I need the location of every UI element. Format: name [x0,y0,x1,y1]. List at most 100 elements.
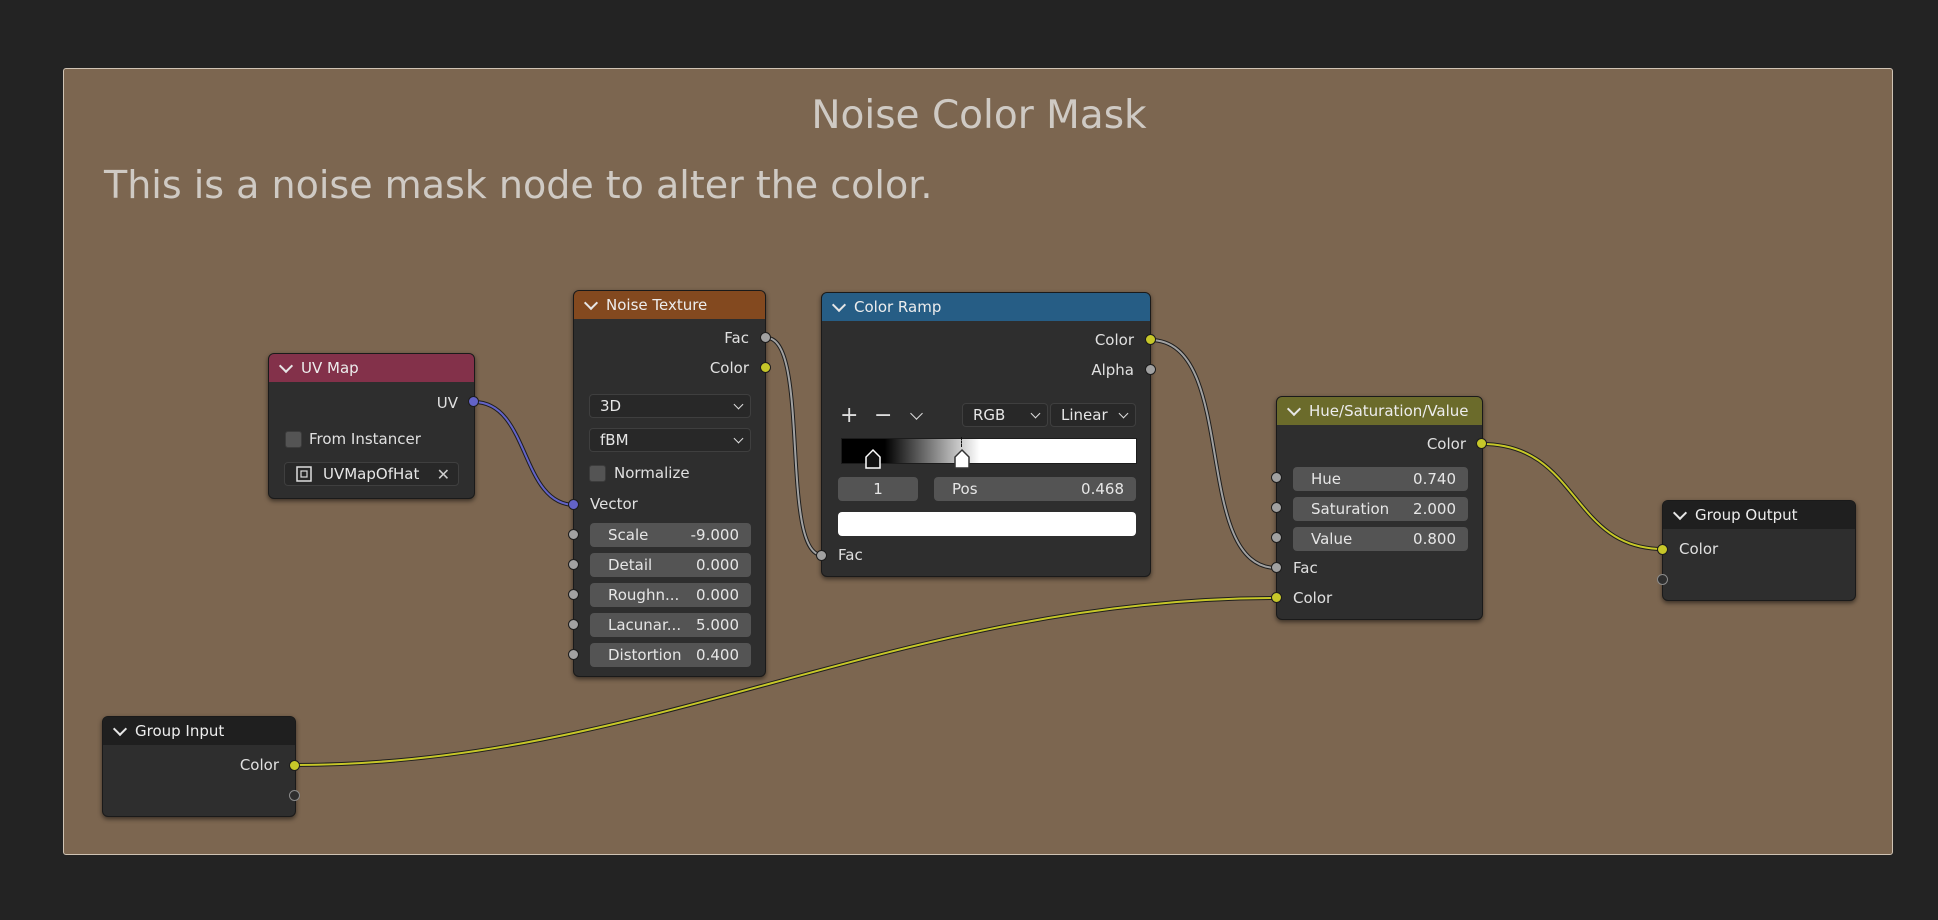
detail-field[interactable]: Detail 0.000 [590,553,751,577]
noise-texture-header[interactable]: Noise Texture [574,291,765,319]
add-stop-button[interactable]: + [840,403,858,428]
color-output-label: Color [1094,331,1134,349]
chevron-down-icon[interactable] [1672,505,1688,521]
chevron-down-icon[interactable] [831,297,847,313]
field-label: Distortion [608,646,682,664]
link-groupinput-hsv-color [294,596,1278,767]
detail-input-socket[interactable] [568,559,579,570]
hsv-header[interactable]: Hue/Saturation/Value [1277,397,1482,425]
from-instancer-checkbox[interactable] [285,431,302,448]
group-output-header[interactable]: Group Output [1663,501,1855,529]
hsv-color-output-socket[interactable] [1476,438,1487,449]
color-output-label: Color [239,756,279,774]
hsv-fac-input-socket[interactable] [1271,562,1282,573]
fac-output-socket[interactable] [760,332,771,343]
color-input-label: Color [1293,589,1333,607]
field-value: 0.740 [1413,470,1456,488]
lacunarity-input-socket[interactable] [568,619,579,630]
normalize-label: Normalize [614,464,690,482]
group-output-node[interactable]: Group Output Color [1662,500,1856,601]
uv-output-socket[interactable] [468,396,479,407]
interpolation-value: Linear [1061,406,1108,424]
noise-texture-node[interactable]: Noise Texture Fac Color 3D fBM Normalize… [573,290,766,677]
hue-input-socket[interactable] [1271,472,1282,483]
group-input-empty-socket[interactable] [289,790,300,801]
field-value: 0.000 [696,556,739,574]
color-ramp-header[interactable]: Color Ramp [822,293,1150,321]
uv-map-selector[interactable]: UVMapOfHat ✕ [284,462,459,486]
node-title: Group Input [135,722,225,740]
group-output-empty-socket[interactable] [1657,574,1668,585]
interpolation-dropdown[interactable]: Linear [1050,403,1136,427]
saturation-field[interactable]: Saturation 2.000 [1293,497,1468,521]
node-title: Group Output [1695,506,1798,524]
scale-input-socket[interactable] [568,529,579,540]
chevron-down-icon [1030,408,1041,418]
noise-type-dropdown[interactable]: fBM [589,428,751,452]
field-value: -9.000 [690,526,739,544]
normalize-checkbox[interactable] [589,465,606,482]
field-value: 0.400 [696,646,739,664]
ramp-stop-white[interactable] [953,448,971,474]
hue-field[interactable]: Hue 0.740 [1293,467,1468,491]
roughness-field[interactable]: Roughn... 0.000 [590,583,751,607]
roughness-input-socket[interactable] [568,589,579,600]
saturation-input-socket[interactable] [1271,502,1282,513]
color-output-label: Color [1426,435,1466,453]
field-value: 5.000 [696,616,739,634]
color-ramp-gradient[interactable] [841,438,1137,464]
remove-stop-button[interactable]: − [874,403,892,428]
chevron-down-icon[interactable] [278,358,294,374]
color-mode-dropdown[interactable]: RGB [962,403,1048,427]
stop-color-swatch[interactable] [838,512,1136,536]
node-title: Noise Texture [606,296,708,314]
alpha-output-label: Alpha [1091,361,1134,379]
value-field[interactable]: Value 0.800 [1293,527,1468,551]
color-ramp-node[interactable]: Color Ramp Color Alpha + − RGB Linear 1 … [821,292,1151,577]
group-output-color-socket[interactable] [1657,544,1668,555]
distortion-field[interactable]: Distortion 0.400 [590,643,751,667]
vector-input-socket[interactable] [568,499,579,510]
fac-input-label: Fac [1293,559,1318,577]
chevron-down-icon[interactable] [1286,401,1302,417]
uv-map-node[interactable]: UV Map UV From Instancer UVMapOfHat ✕ [268,353,475,499]
link-ramp-color-hsv-fac [1149,338,1278,570]
hsv-color-input-socket[interactable] [1271,592,1282,603]
ramp-stop-marker [961,437,963,447]
distortion-input-socket[interactable] [568,649,579,660]
ramp-fac-input-socket[interactable] [816,550,827,561]
stop-position-field[interactable]: Pos 0.468 [934,477,1136,501]
ramp-stop-black[interactable] [864,448,882,474]
field-label: Saturation [1311,500,1390,518]
chevron-down-icon[interactable] [112,721,128,737]
stop-index-field[interactable]: 1 [838,477,918,501]
field-value: 0.800 [1413,530,1456,548]
from-instancer-label: From Instancer [309,430,421,448]
field-label: Hue [1311,470,1342,488]
vector-input-label: Vector [590,495,638,513]
field-value: 2.000 [1413,500,1456,518]
close-icon[interactable]: ✕ [437,465,450,484]
chevron-down-icon [1118,408,1129,418]
color-output-socket[interactable] [760,362,771,373]
group-input-header[interactable]: Group Input [103,717,295,745]
value-input-socket[interactable] [1271,532,1282,543]
chevron-down-icon [910,407,923,420]
dimensions-dropdown[interactable]: 3D [589,394,751,418]
lacunarity-field[interactable]: Lacunar... 5.000 [590,613,751,637]
chevron-down-icon [733,399,744,409]
field-label: Detail [608,556,653,574]
scale-field[interactable]: Scale -9.000 [590,523,751,547]
node-title: Color Ramp [854,298,942,316]
field-label: Value [1311,530,1353,548]
color-mode-value: RGB [973,406,1006,424]
field-label: Roughn... [608,586,680,604]
ramp-menu-button[interactable] [910,407,923,420]
hue-saturation-value-node[interactable]: Hue/Saturation/Value Color Hue 0.740 Satu… [1276,396,1483,620]
group-input-node[interactable]: Group Input Color [102,716,296,817]
ramp-color-output-socket[interactable] [1145,334,1156,345]
ramp-alpha-output-socket[interactable] [1145,364,1156,375]
uv-map-header[interactable]: UV Map [269,354,474,382]
group-input-color-socket[interactable] [289,760,300,771]
chevron-down-icon[interactable] [583,295,599,311]
